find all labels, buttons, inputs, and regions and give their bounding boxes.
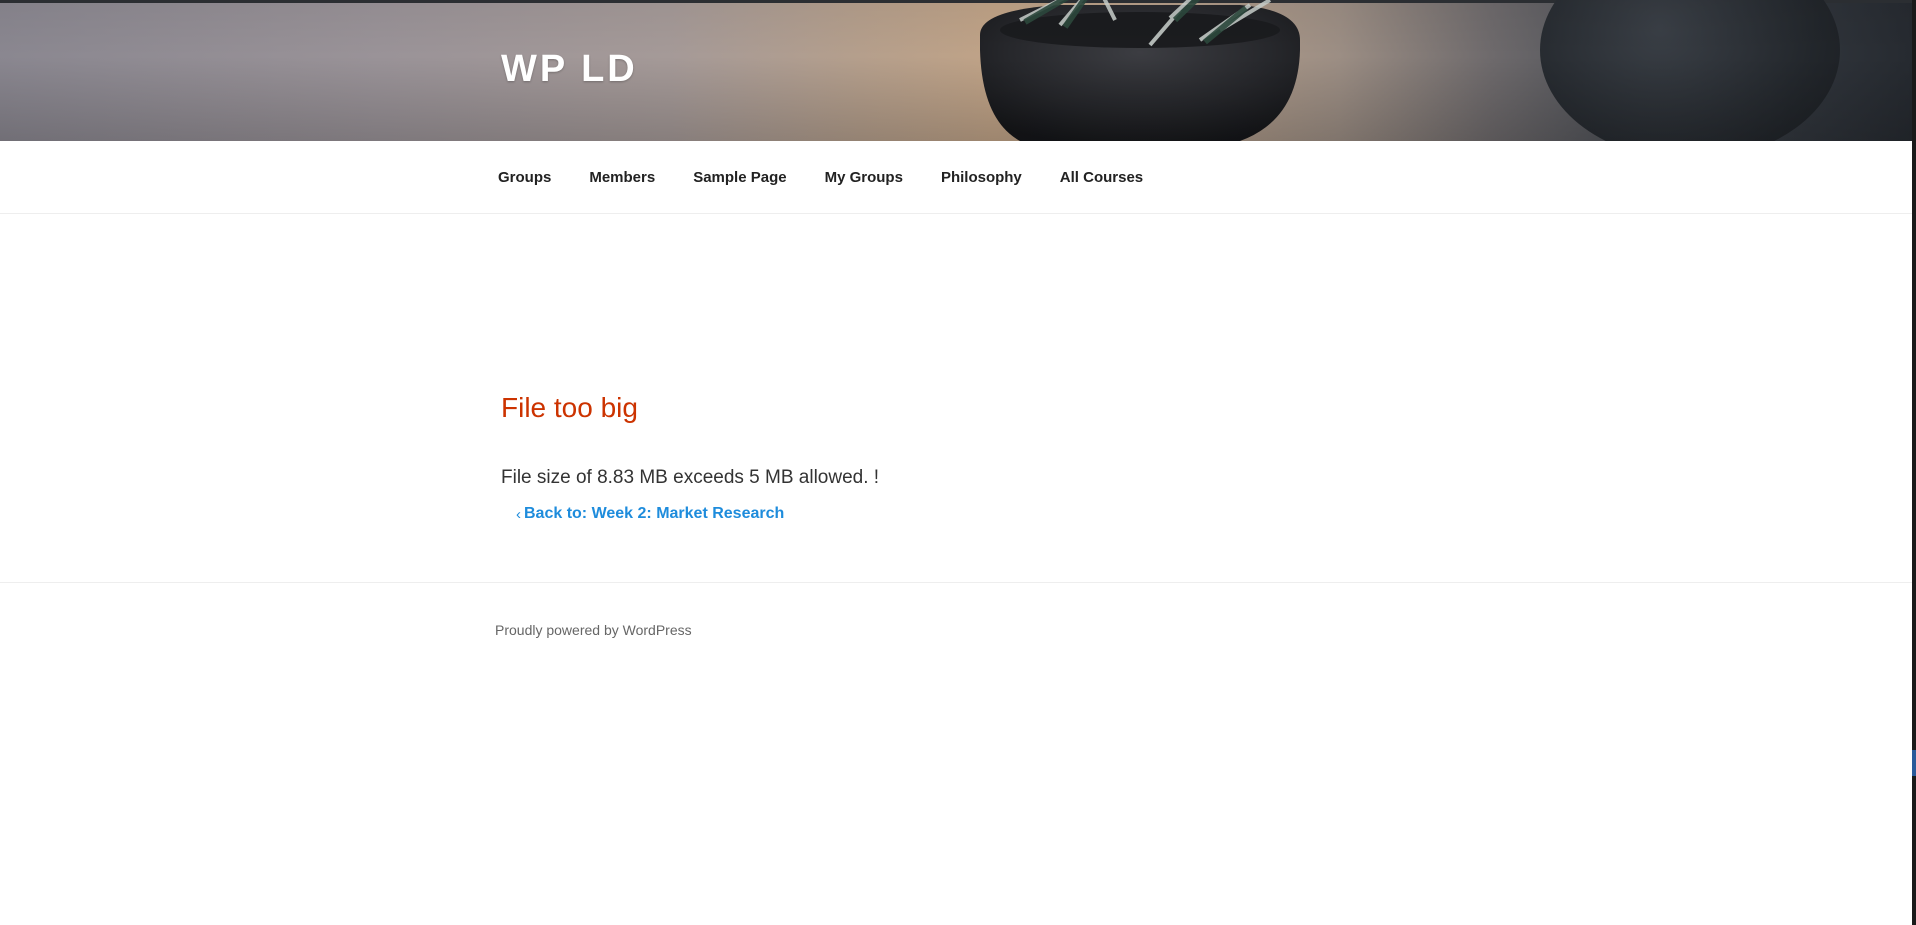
page: WP LD Groups Members Sample Page My Grou…	[0, 0, 1916, 925]
nav-item-sample-page[interactable]: Sample Page	[693, 169, 786, 186]
main-navigation: Groups Members Sample Page My Groups Phi…	[0, 141, 1912, 214]
nav-item-groups[interactable]: Groups	[498, 169, 551, 186]
nav-item-philosophy[interactable]: Philosophy	[941, 169, 1022, 186]
nav-item-my-groups[interactable]: My Groups	[825, 169, 903, 186]
nav-item-members[interactable]: Members	[589, 169, 655, 186]
nav-menu: Groups Members Sample Page My Groups Phi…	[498, 141, 1181, 214]
error-message: File size of 8.83 MB exceeds 5 MB allowe…	[501, 467, 880, 488]
back-to-lesson-link[interactable]: ‹ Back to: Week 2: Market Research	[516, 505, 784, 523]
chevron-left-icon: ‹	[516, 505, 521, 523]
window-right-edge	[1912, 0, 1916, 925]
back-link-label: Back to: Week 2: Market Research	[524, 505, 785, 522]
edge-marker	[1912, 750, 1916, 776]
header-banner: WP LD	[0, 0, 1912, 141]
site-title[interactable]: WP LD	[501, 48, 638, 91]
nav-item-all-courses[interactable]: All Courses	[1060, 169, 1143, 186]
error-title: File too big	[501, 392, 638, 423]
footer-divider	[0, 582, 1912, 583]
banner-shade	[0, 0, 1912, 141]
powered-by-link[interactable]: Proudly powered by WordPress	[495, 622, 692, 638]
